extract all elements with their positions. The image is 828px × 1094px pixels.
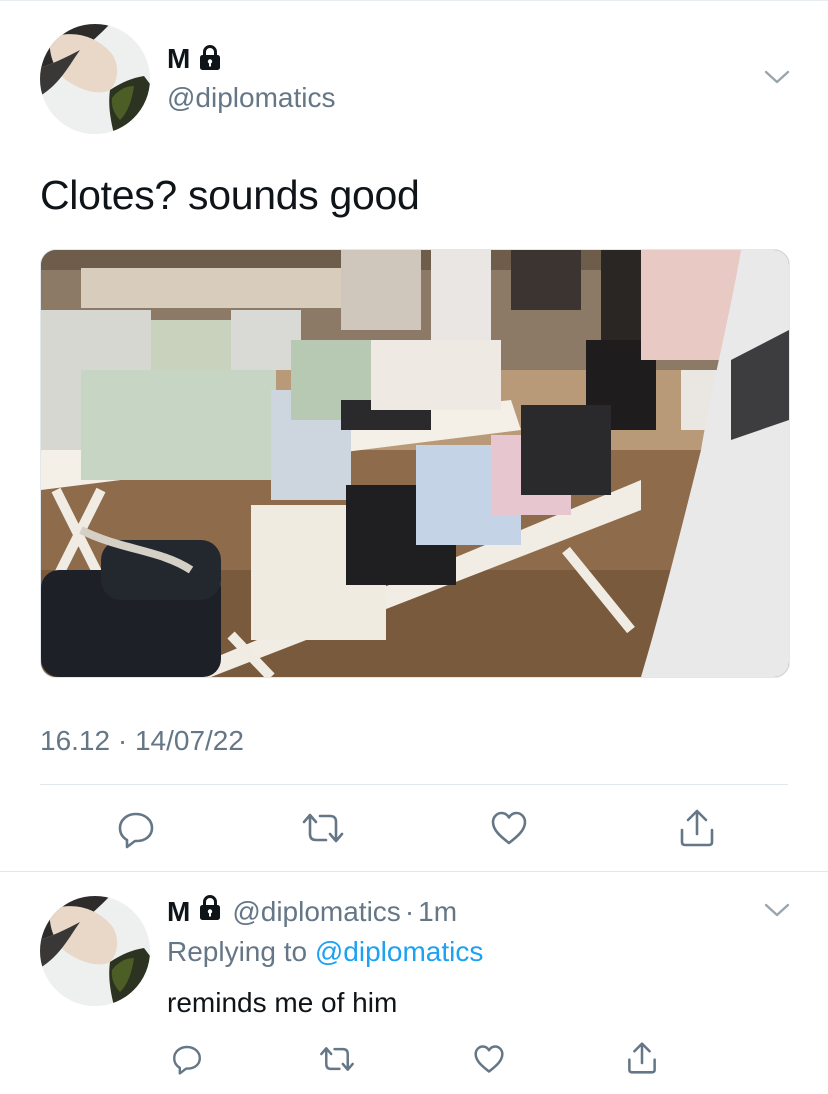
lock-icon — [196, 893, 224, 930]
heart-icon — [474, 1045, 504, 1073]
avatar[interactable] — [40, 896, 150, 1006]
retweet-icon — [320, 1047, 354, 1071]
retweet-icon — [302, 813, 344, 843]
chevron-down-icon[interactable] — [763, 901, 791, 919]
divider — [0, 871, 828, 872]
replying-label: Replying to — [167, 936, 308, 967]
like-button[interactable] — [490, 810, 528, 846]
tweet-photo[interactable] — [40, 249, 790, 678]
reply-button[interactable] — [171, 1043, 203, 1075]
tweet-timestamp[interactable]: 16.12 · 14/07/22 — [40, 722, 244, 760]
reply-icon — [173, 1045, 201, 1075]
like-button[interactable] — [473, 1044, 505, 1074]
reply-icon — [118, 812, 154, 849]
separator: · — [404, 895, 415, 927]
share-icon — [680, 809, 714, 847]
author-name[interactable]: M — [167, 894, 190, 930]
share-button[interactable] — [626, 1041, 658, 1075]
replying-to-link[interactable]: @diplomatics — [315, 936, 483, 967]
tweet-text: Clotes? sounds good — [40, 172, 420, 218]
reply-button[interactable] — [116, 809, 156, 849]
author-handle[interactable]: @diplomatics — [232, 894, 400, 930]
author-handle[interactable]: @diplomatics — [167, 80, 335, 116]
replying-to: Replying to @diplomatics — [167, 934, 483, 970]
share-icon — [628, 1042, 656, 1074]
author-name[interactable]: M — [167, 41, 190, 77]
chevron-down-icon[interactable] — [763, 68, 791, 86]
divider — [40, 784, 788, 785]
retweet-button[interactable] — [300, 810, 346, 846]
share-button[interactable] — [678, 808, 716, 848]
heart-icon — [491, 811, 527, 845]
author-row: M — [167, 41, 224, 77]
retweet-button[interactable] — [318, 1044, 356, 1074]
reply-text: reminds me of him — [167, 987, 398, 1018]
reply-time[interactable]: 1m — [418, 894, 457, 930]
top-border — [0, 0, 828, 1]
lock-icon — [196, 43, 224, 76]
reply-header: M @diplomatics · 1m — [167, 893, 457, 930]
avatar[interactable] — [40, 24, 150, 134]
